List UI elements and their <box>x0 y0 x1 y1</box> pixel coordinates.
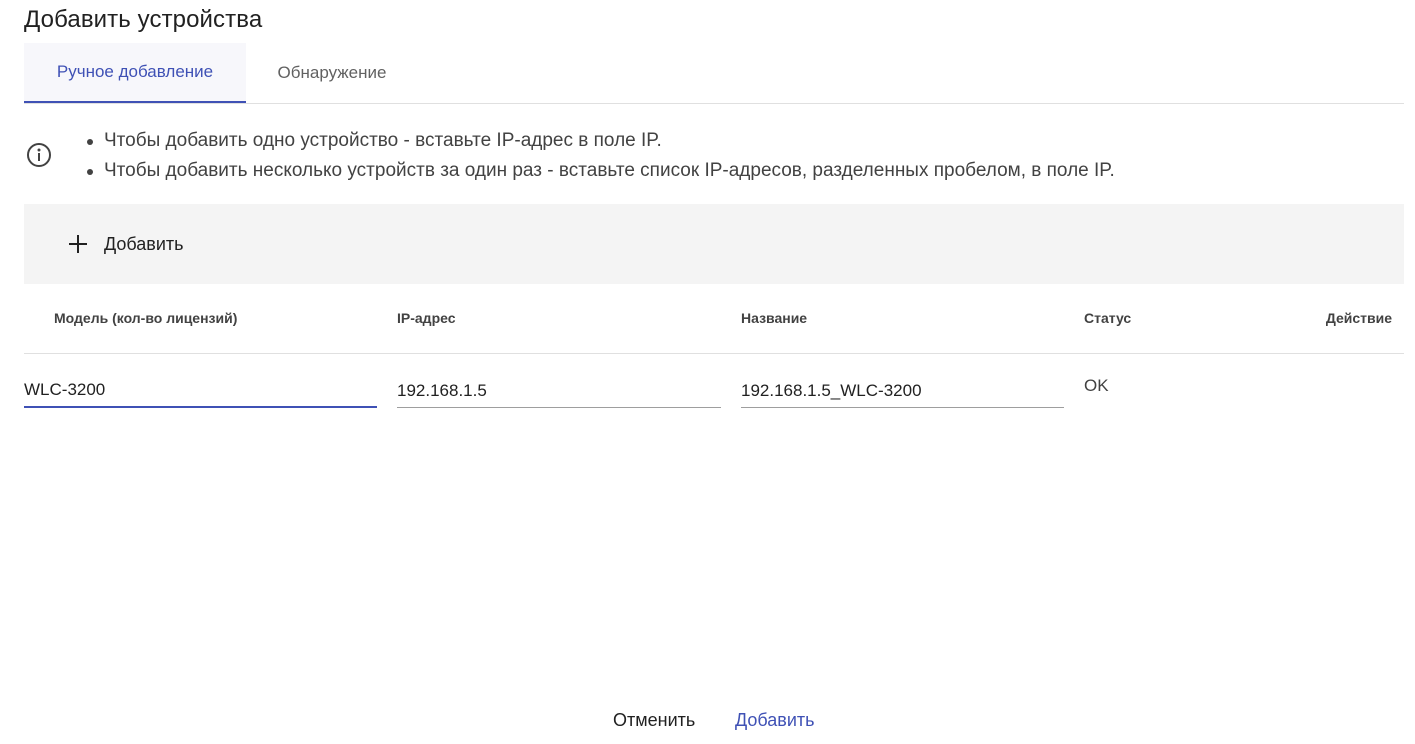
info-icon <box>27 143 51 167</box>
column-header-ip: IP-адрес <box>397 310 456 326</box>
add-row-label: Добавить <box>104 233 184 254</box>
table-row: OK <box>24 354 1404 414</box>
plus-icon <box>69 235 87 253</box>
column-header-status: Статус <box>1084 310 1132 326</box>
tab-bar: Ручное добавление Обнаружение <box>24 43 1404 104</box>
info-item: Чтобы добавить несколько устройств за од… <box>87 156 1115 186</box>
column-header-action: Действие <box>1325 310 1392 326</box>
ip-input[interactable] <box>397 374 721 408</box>
info-item: Чтобы добавить одно устройство - вставьт… <box>87 126 1115 156</box>
dialog-title: Добавить устройства <box>24 6 263 33</box>
column-header-name: Название <box>741 310 808 326</box>
status-value: OK <box>1084 376 1109 395</box>
add-row-button[interactable]: Добавить <box>66 228 184 260</box>
submit-button[interactable]: Добавить <box>735 710 815 731</box>
table-header: Модель (кол-во лицензий) IP-адрес Назван… <box>24 284 1404 354</box>
info-list: Чтобы добавить одно устройство - вставьт… <box>87 126 1115 186</box>
tab-discovery[interactable]: Обнаружение <box>246 43 418 103</box>
cancel-button[interactable]: Отменить <box>613 710 695 731</box>
add-devices-dialog: Добавить устройства Ручное добавление Об… <box>0 0 1415 744</box>
tab-manual-add[interactable]: Ручное добавление <box>24 43 246 103</box>
dialog-footer: Отменить Добавить <box>0 706 1415 738</box>
model-input[interactable] <box>24 374 377 408</box>
info-panel: Чтобы добавить одно устройство - вставьт… <box>24 124 1404 186</box>
table-toolbar: Добавить <box>24 204 1404 284</box>
column-header-model: Модель (кол-во лицензий) <box>54 310 238 326</box>
name-input[interactable] <box>741 374 1064 408</box>
